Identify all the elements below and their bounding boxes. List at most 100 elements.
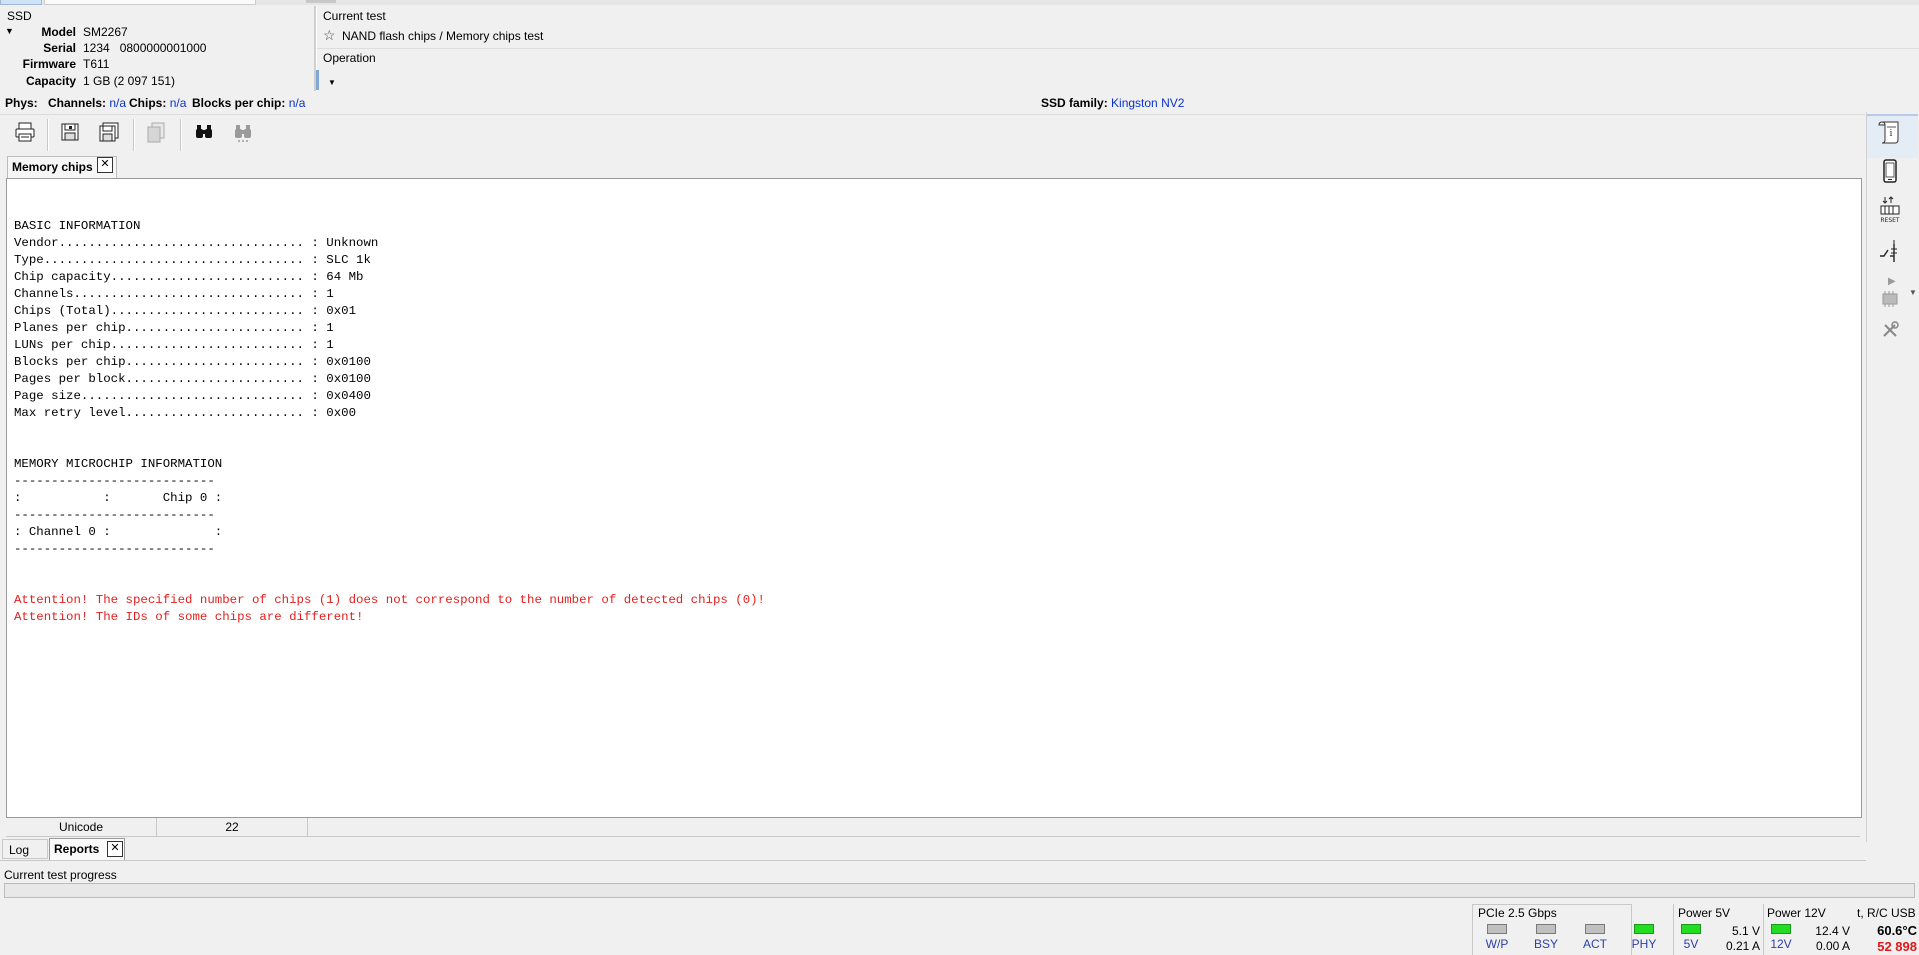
- report-line: Chip capacity.......................... …: [14, 270, 364, 284]
- report-line: Pages per block........................ …: [14, 372, 371, 386]
- operation-dropdown-icon[interactable]: ▼: [328, 78, 336, 87]
- phys-label: Phys:: [5, 96, 38, 110]
- chip-dropdown-icon[interactable]: ▼: [1909, 288, 1917, 297]
- power-5v-led[interactable]: [1681, 924, 1701, 934]
- status-led-act: [1585, 924, 1605, 934]
- current-test-value: NAND flash chips / Memory chips test: [342, 29, 544, 43]
- save-all-icon[interactable]: [95, 118, 123, 146]
- print-icon[interactable]: [11, 118, 39, 146]
- tab-reports-label: Reports: [54, 842, 100, 856]
- window-tab[interactable]: [44, 0, 256, 5]
- ssd-family-value[interactable]: Kingston NV2: [1111, 96, 1184, 110]
- reset-icon[interactable]: RESET: [1874, 194, 1906, 226]
- blocks-info: Blocks per chip: n/a: [192, 96, 305, 110]
- find-icon[interactable]: [190, 118, 218, 146]
- report-line: Max retry level........................ …: [14, 406, 357, 420]
- test-progress-bar: [4, 883, 1915, 898]
- power-5v-voltage: 5.1 V: [1731, 924, 1760, 938]
- device-icon[interactable]: [1874, 155, 1906, 187]
- report-line: [14, 422, 765, 439]
- pcie-speed-label: PCIe 2.5 Gbps: [1478, 906, 1557, 920]
- report-text: BASIC INFORMATION Vendor.................…: [14, 184, 765, 643]
- blocks-value: n/a: [288, 96, 306, 110]
- ssd-panel-title: SSD: [7, 9, 32, 23]
- power-12v-voltage: 12.4 V: [1815, 924, 1850, 938]
- report-line: BASIC INFORMATION: [14, 219, 141, 233]
- status-led-phy: [1634, 924, 1654, 934]
- power-5v-current: 0.21 A: [1725, 939, 1760, 953]
- divider: [0, 860, 1866, 861]
- ssd-family-info: SSD family: Kingston NV2: [1041, 96, 1184, 110]
- status-led-bsy: [1536, 924, 1556, 934]
- power-12v-title: Power 12V: [1767, 906, 1826, 920]
- save-icon[interactable]: [56, 118, 84, 146]
- svg-text:RESET: RESET: [1880, 217, 1900, 224]
- power-12v-led[interactable]: [1771, 924, 1791, 934]
- report-line: LUNs per chip.......................... …: [14, 338, 334, 352]
- close-icon[interactable]: ✕: [107, 841, 123, 857]
- report-line: ---------------------------: [14, 508, 215, 522]
- line-count-indicator: 22: [157, 818, 308, 836]
- status-led-label: ACT: [1583, 937, 1607, 951]
- report-warning-line: Attention! The specified number of chips…: [14, 593, 765, 607]
- tools-icon[interactable]: [1874, 314, 1906, 346]
- window-tab-active[interactable]: [0, 0, 42, 5]
- tab-log[interactable]: Log: [2, 839, 48, 859]
- report-warnings: Attention! The specified number of chips…: [14, 592, 765, 626]
- channels-label: Channels:: [48, 96, 107, 110]
- report-line: Planes per chip........................ …: [14, 321, 334, 335]
- report-toolbar: [0, 114, 1865, 155]
- chip-icon[interactable]: [1874, 283, 1906, 315]
- rc-usb-value: 52 898: [1877, 939, 1917, 954]
- capacity-row: Capacity 1 GB (2 097 151): [0, 74, 300, 90]
- window-tab-small[interactable]: [306, 0, 336, 3]
- report-line: ---------------------------: [14, 474, 215, 488]
- firmware-value: T611: [83, 57, 110, 71]
- copy-icon[interactable]: [142, 118, 170, 146]
- serial-row: Serial 1234 0800000001000: [0, 41, 300, 57]
- star-icon[interactable]: ☆: [323, 27, 336, 44]
- report-line: Page size.............................. …: [14, 389, 371, 403]
- report-line: Channels............................... …: [14, 287, 334, 301]
- ssd-family-label: SSD family:: [1041, 96, 1108, 110]
- report-line: MEMORY MICROCHIP INFORMATION: [14, 457, 223, 471]
- find-next-icon[interactable]: [229, 118, 257, 146]
- svg-text:i: i: [1890, 129, 1893, 139]
- report-lines: BASIC INFORMATION Vendor.................…: [14, 218, 765, 558]
- power-12v-current: 0.00 A: [1815, 939, 1850, 953]
- model-row: Model SM2267: [0, 25, 300, 41]
- current-test-label: Current test: [323, 9, 386, 23]
- report-line: Chips (Total).......................... …: [14, 304, 357, 318]
- progress-label: Current test progress: [4, 868, 117, 882]
- close-icon[interactable]: ✕: [97, 157, 113, 173]
- chips-value: n/a: [169, 96, 187, 110]
- status-led-label: PHY: [1631, 937, 1657, 951]
- chips-label: Chips:: [129, 96, 167, 110]
- blocks-label: Blocks per chip:: [192, 96, 286, 110]
- report-line: Blocks per chip........................ …: [14, 355, 371, 369]
- window-tab-strip: [0, 0, 1919, 5]
- model-value: SM2267: [83, 25, 128, 39]
- firmware-label: Firmware: [22, 57, 76, 71]
- serial-label: Serial: [43, 41, 76, 55]
- temperature-label: t, R/C USB: [1857, 906, 1916, 920]
- model-label: Model: [41, 25, 76, 39]
- report-warning-line: Attention! The IDs of some chips are dif…: [14, 610, 364, 624]
- divider: [317, 48, 1919, 49]
- serial-value: 1234 0800000001000: [83, 41, 207, 55]
- status-led-wp: [1487, 924, 1507, 934]
- temperature-value: 60.6°C: [1877, 923, 1917, 938]
- operation-label: Operation: [323, 51, 376, 65]
- encoding-indicator: Unicode: [6, 818, 157, 836]
- passport-scroll-icon[interactable]: i: [1874, 116, 1906, 148]
- operation-indicator: [316, 70, 319, 90]
- chips-info: Chips: n/a: [129, 96, 186, 110]
- report-line: [14, 439, 765, 456]
- toolbar-separator: [47, 119, 49, 151]
- power-switch-icon[interactable]: [1874, 234, 1906, 266]
- toolbar-separator: [133, 119, 135, 151]
- status-led-label: W/P: [1485, 937, 1509, 951]
- toolbar-separator: [180, 119, 182, 151]
- capacity-label: Capacity: [25, 74, 76, 88]
- report-line: : Channel 0 : :: [14, 525, 223, 539]
